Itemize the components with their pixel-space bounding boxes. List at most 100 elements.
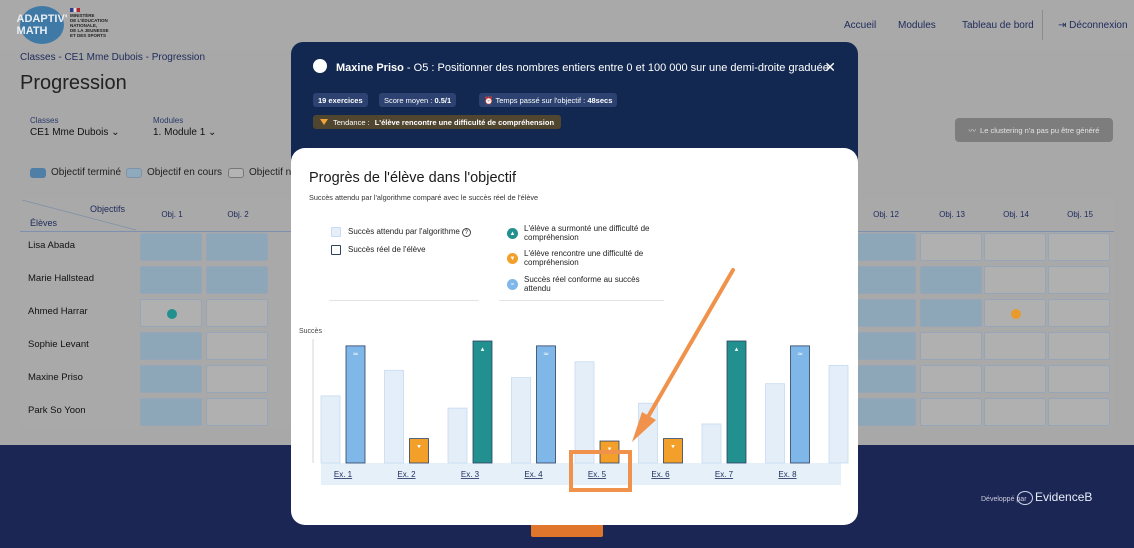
column-obj-15[interactable]: Obj. 15 — [1048, 210, 1112, 219]
expected-bar — [765, 383, 785, 464]
x-tick-label[interactable]: Ex. 2 — [397, 470, 416, 479]
chart-subtitle: Succès attendu par l'algorithme comparé … — [309, 193, 539, 202]
help-icon[interactable]: ? — [461, 228, 471, 237]
status-marker-icon: ▾ — [417, 443, 421, 451]
grid-cell[interactable] — [1048, 266, 1110, 294]
evidenceb-brand[interactable]: EvidenceB — [1035, 490, 1092, 504]
time-spent-chip: ⏰ Temps passé sur l'objectif : 48secs — [479, 93, 618, 107]
trend-down-icon — [320, 119, 328, 125]
x-tick-label[interactable]: Ex. 3 — [461, 470, 480, 479]
actual-bar — [345, 345, 366, 464]
chart-title: Progrès de l'élève dans l'objectif — [309, 170, 517, 186]
chevron-down-icon: ⌄ — [208, 127, 217, 138]
average-score-chip: Score moyen : 0.5/1 — [379, 93, 457, 107]
x-tick-label[interactable]: Ex. 6 — [651, 470, 670, 479]
grid-cell[interactable] — [140, 398, 202, 426]
expected-swatch-icon — [331, 227, 341, 237]
column-obj-1[interactable]: Obj. 1 — [140, 210, 204, 219]
student-row-maxine[interactable]: Maxine Priso — [28, 372, 83, 383]
legend-overcame: L'élève a surmonté une difficulté de comp… — [524, 224, 650, 242]
exercises-count-chip: 19 exercices — [313, 93, 368, 107]
x-tick-label[interactable]: Ex. 8 — [778, 470, 797, 479]
classes-select[interactable]: CE1 Mme Dubois ⌄ — [30, 127, 120, 138]
status-marker-icon: ▴ — [735, 345, 739, 353]
legend-objective-in-progress: Objectif en cours — [126, 167, 222, 178]
evidenceb-logo-icon — [1017, 491, 1033, 505]
column-obj-13[interactable]: Obj. 13 — [920, 210, 984, 219]
adaptiv-math-logo[interactable]: ADAPTIV' MATH — [17, 6, 67, 44]
breadcrumb[interactable]: Classes - CE1 Mme Dubois - Progression — [20, 52, 205, 63]
legend-struggling: L'élève rencontre une difficulté de compr… — [524, 249, 644, 267]
grid-cell[interactable] — [854, 332, 916, 360]
x-tick-label[interactable]: Ex. 7 — [715, 470, 734, 479]
grid-cell[interactable] — [1048, 332, 1110, 360]
grid-cell[interactable] — [984, 266, 1046, 294]
grid-cell[interactable] — [206, 398, 268, 426]
grid-cell[interactable] — [920, 266, 982, 294]
nav-tableau-de-bord[interactable]: Tableau de bord — [962, 20, 1034, 31]
legend-divider — [499, 300, 664, 301]
grid-cell[interactable] — [984, 332, 1046, 360]
modules-label: Modules — [153, 116, 184, 125]
grid-cell[interactable] — [140, 233, 202, 261]
student-name: Maxine Priso — [336, 62, 404, 74]
nav-divider — [1042, 10, 1043, 40]
grid-cell[interactable] — [206, 332, 268, 360]
grid-cell[interactable] — [984, 398, 1046, 426]
not-started-swatch-icon — [228, 167, 244, 178]
grid-cell[interactable] — [984, 233, 1046, 261]
grid-cell[interactable] — [920, 233, 982, 261]
column-obj-2[interactable]: Obj. 2 — [206, 210, 270, 219]
footer-orange-button[interactable] — [531, 525, 603, 537]
student-row-lisa[interactable]: Lisa Abada — [28, 240, 75, 251]
nav-modules[interactable]: Modules — [898, 20, 936, 31]
x-tick-label[interactable]: Ex. 4 — [524, 470, 543, 479]
grid-cell[interactable] — [854, 233, 916, 261]
student-row-sophie[interactable]: Sophie Levant — [28, 339, 89, 350]
student-row-marie[interactable]: Marie Hallstead — [28, 273, 94, 284]
column-obj-14[interactable]: Obj. 14 — [984, 210, 1048, 219]
actual-bar — [472, 340, 493, 464]
grid-cell[interactable] — [854, 266, 916, 294]
expected-bar — [828, 365, 849, 464]
grid-cell[interactable] — [140, 299, 202, 327]
grid-cell[interactable] — [1048, 365, 1110, 393]
grid-cell[interactable] — [206, 233, 268, 261]
actual-swatch-icon — [331, 245, 341, 255]
grid-cell[interactable] — [984, 299, 1046, 327]
grid-cell[interactable] — [1048, 398, 1110, 426]
grid-cell[interactable] — [984, 365, 1046, 393]
grid-cell[interactable] — [206, 299, 268, 327]
grid-cell[interactable] — [206, 266, 268, 294]
grid-cell[interactable] — [920, 332, 982, 360]
status-marker-icon: ≈ — [353, 350, 359, 358]
grid-cell[interactable] — [854, 299, 916, 327]
grid-cell[interactable] — [1048, 233, 1110, 261]
grid-cell[interactable] — [140, 266, 202, 294]
struggling-icon: ▼ — [507, 253, 518, 264]
actual-bar — [536, 345, 556, 464]
modules-select[interactable]: 1. Module 1 ⌄ — [153, 127, 216, 138]
trend-line-icon: 〰 — [968, 125, 977, 135]
grid-cell[interactable] — [920, 299, 982, 327]
grid-cell[interactable] — [140, 332, 202, 360]
grid-cell[interactable] — [920, 398, 982, 426]
student-row-park[interactable]: Park So Yoon — [28, 405, 86, 416]
x-tick-label[interactable]: Ex. 1 — [334, 470, 353, 479]
nav-accueil[interactable]: Accueil — [844, 20, 876, 31]
grid-cell[interactable] — [920, 365, 982, 393]
grid-cell[interactable] — [140, 365, 202, 393]
student-avatar-icon — [313, 59, 327, 73]
grid-cell[interactable] — [854, 365, 916, 393]
close-icon[interactable]: ✕ — [824, 59, 836, 76]
legend-expected: Succès attendu par l'algorithme? — [348, 227, 471, 237]
annotation-highlight-box — [569, 450, 632, 492]
student-row-ahmed[interactable]: Ahmed Harrar — [28, 306, 88, 317]
expected-bar — [447, 407, 468, 464]
grid-cell[interactable] — [854, 398, 916, 426]
column-obj-12[interactable]: Obj. 12 — [854, 210, 918, 219]
legend-divider — [329, 300, 479, 301]
logout-link[interactable]: ⇥ Déconnexion — [1058, 20, 1128, 31]
grid-cell[interactable] — [206, 365, 268, 393]
grid-cell[interactable] — [1048, 299, 1110, 327]
